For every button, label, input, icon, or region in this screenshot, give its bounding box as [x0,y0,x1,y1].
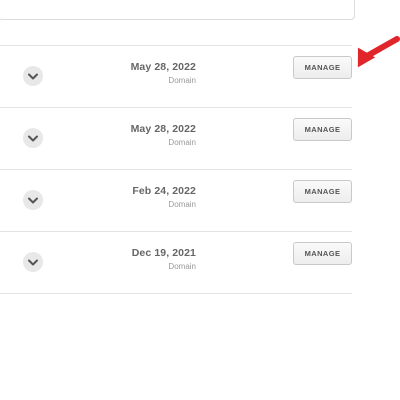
renewal-date: Dec 19, 2021 [131,247,196,259]
manage-button[interactable]: MANAGE [293,242,352,265]
list-item: Dec 19, 2021 Domain MANAGE [0,231,352,294]
item-type: Domain [168,76,196,85]
item-type: Domain [168,200,196,209]
manage-button[interactable]: MANAGE [293,56,352,79]
renewal-date: May 28, 2022 [130,123,196,135]
domain-list: May 28, 2022 Domain MANAGE May 28, 2022 … [0,45,352,294]
expand-button[interactable] [23,190,43,210]
top-card [0,0,355,20]
chevron-down-icon [28,259,38,265]
renewal-info: May 28, 2022 Domain [131,61,196,85]
manage-button[interactable]: MANAGE [293,180,352,203]
manage-button[interactable]: MANAGE [293,118,352,141]
item-type: Domain [168,262,196,271]
expand-button[interactable] [23,66,43,86]
chevron-down-icon [28,197,38,203]
item-type: Domain [168,138,196,147]
list-item: May 28, 2022 Domain MANAGE [0,107,352,169]
domains-page: May 28, 2022 Domain MANAGE May 28, 2022 … [0,0,400,400]
renewal-date: Feb 24, 2022 [132,185,196,197]
list-item: Feb 24, 2022 Domain MANAGE [0,169,352,231]
expand-button[interactable] [23,128,43,148]
renewal-info: May 28, 2022 Domain [131,123,196,147]
chevron-down-icon [28,135,38,141]
renewal-info: Dec 19, 2021 Domain [132,247,196,271]
list-item: May 28, 2022 Domain MANAGE [0,45,352,107]
expand-button[interactable] [23,252,43,272]
renewal-info: Feb 24, 2022 Domain [132,185,196,209]
chevron-down-icon [28,73,38,79]
red-arrow-icon [357,36,400,68]
renewal-date: May 28, 2022 [130,61,196,73]
